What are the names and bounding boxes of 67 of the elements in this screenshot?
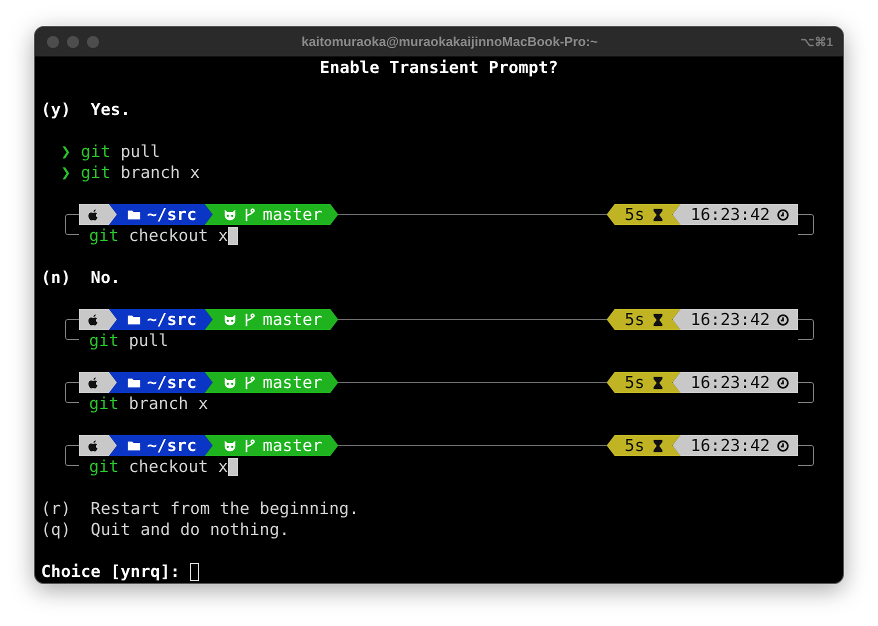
shortcut-label: ⌥⌘1 bbox=[800, 34, 833, 48]
folder-icon bbox=[127, 312, 141, 326]
bracket-line bbox=[798, 382, 814, 403]
cat-icon bbox=[222, 208, 237, 222]
prompt-symbol: ❯ bbox=[60, 162, 71, 183]
folder-icon bbox=[127, 438, 141, 452]
hourglass-icon bbox=[650, 438, 665, 452]
hourglass-icon bbox=[650, 376, 665, 390]
text-cursor bbox=[228, 226, 238, 244]
cat-icon bbox=[222, 376, 237, 390]
command-name: git bbox=[89, 393, 119, 414]
close-button[interactable] bbox=[47, 36, 59, 48]
branch-icon bbox=[242, 438, 257, 452]
prompt-segment: ~/src bbox=[109, 372, 213, 393]
command-name: git bbox=[89, 456, 119, 477]
clock-icon bbox=[776, 208, 790, 222]
prompt-segment: master bbox=[204, 372, 338, 393]
hourglass-icon bbox=[650, 312, 665, 326]
command-name: git bbox=[89, 330, 119, 351]
prompt-heading: Enable Transient Prompt? bbox=[320, 57, 558, 78]
bracket-line bbox=[798, 445, 814, 466]
option-label: Quit and do nothing. bbox=[90, 519, 290, 540]
cat-icon bbox=[222, 438, 237, 452]
prompt-segment: 16:23:42 bbox=[672, 309, 798, 330]
prompt-segment: ~/src bbox=[109, 435, 213, 456]
clock-icon bbox=[776, 438, 790, 452]
folder-icon bbox=[127, 208, 141, 222]
command-name: git bbox=[80, 141, 111, 162]
command-args: checkout x bbox=[128, 225, 228, 246]
hourglass-icon bbox=[650, 208, 665, 222]
command-name: git bbox=[80, 162, 111, 183]
command-args: checkout x bbox=[128, 456, 228, 477]
command-args: pull bbox=[120, 141, 160, 162]
window-title: kaitomuraoka@muraokakaijinnoMacBook-Pro:~ bbox=[300, 34, 599, 49]
choice-prompt: Choice [ynrq]: bbox=[41, 561, 180, 582]
prompt-segment: ~/src bbox=[109, 309, 213, 330]
bracket-line bbox=[798, 319, 814, 340]
command-args: pull bbox=[128, 330, 168, 351]
prompt-segment: 16:23:42 bbox=[672, 204, 798, 225]
option-label: Restart from the beginning. bbox=[90, 498, 359, 519]
bracket-line bbox=[798, 214, 814, 235]
command-name: git bbox=[89, 225, 119, 246]
minimize-button[interactable] bbox=[67, 36, 79, 48]
cat-icon bbox=[222, 312, 237, 326]
branch-icon bbox=[242, 312, 257, 326]
folder-icon bbox=[127, 376, 141, 390]
text-cursor bbox=[228, 458, 238, 476]
clock-icon bbox=[776, 312, 790, 326]
option-key: (n) bbox=[41, 267, 71, 288]
option-key: (q) bbox=[41, 519, 71, 540]
prompt-segment: master bbox=[204, 204, 338, 225]
prompt-segment: master bbox=[204, 435, 338, 456]
branch-icon bbox=[242, 376, 257, 390]
option-key: (r) bbox=[41, 498, 71, 519]
option-label: Yes. bbox=[90, 99, 130, 120]
option-key: (y) bbox=[41, 99, 71, 120]
clock-icon bbox=[776, 376, 790, 390]
zoom-button[interactable] bbox=[87, 36, 99, 48]
command-args: branch x bbox=[120, 162, 200, 183]
branch-icon bbox=[242, 208, 257, 222]
prompt-segment: master bbox=[204, 309, 338, 330]
prompt-segment: ~/src bbox=[109, 204, 213, 225]
option-label: No. bbox=[90, 267, 120, 288]
prompt-segment: 16:23:42 bbox=[672, 435, 798, 456]
command-args: branch x bbox=[128, 393, 208, 414]
prompt-symbol: ❯ bbox=[60, 141, 71, 162]
prompt-segment: 16:23:42 bbox=[672, 372, 798, 393]
